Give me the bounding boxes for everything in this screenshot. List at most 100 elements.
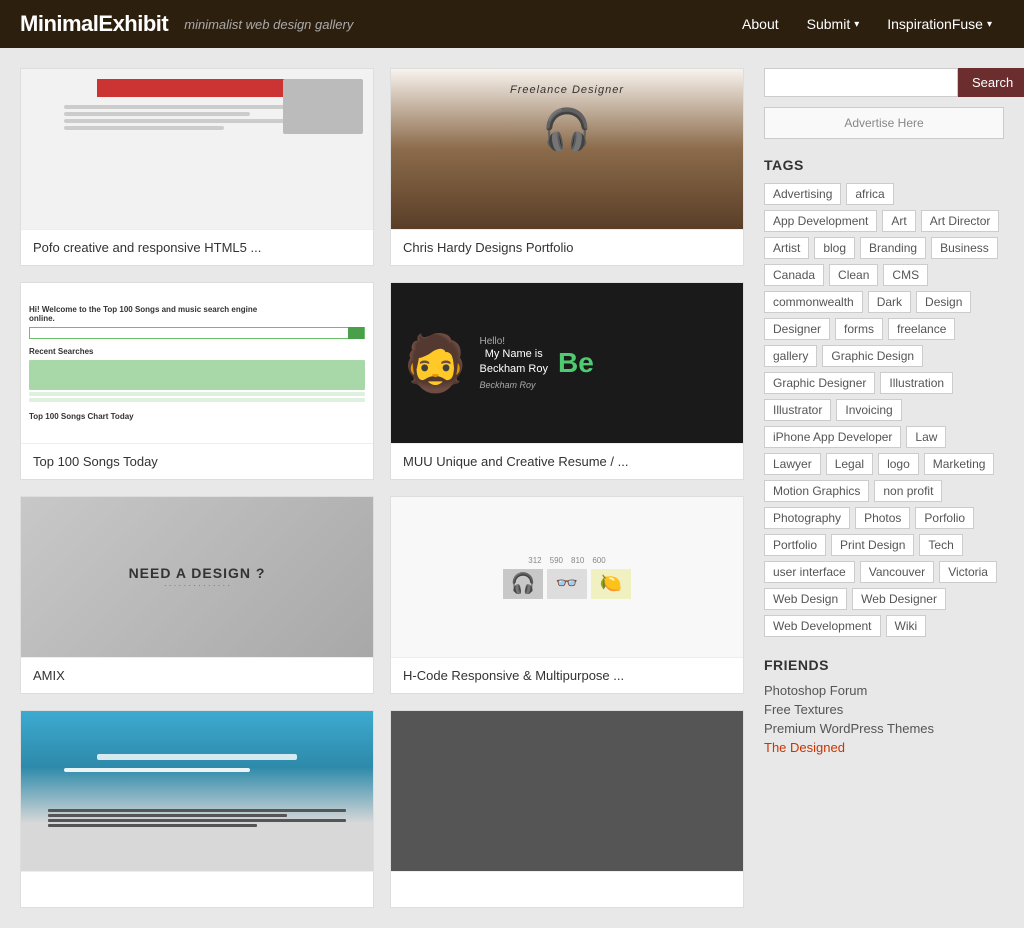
hcode-headphones-icon: 🎧 — [511, 571, 536, 596]
tag-invoicing[interactable]: Invoicing — [836, 399, 901, 421]
songs-mock-title: Hi! Welcome to the Top 100 Songs and mus… — [29, 305, 257, 323]
card-bottom1[interactable] — [20, 710, 374, 908]
hcode-glasses-icon: 👓 — [556, 573, 578, 594]
tag-branding[interactable]: Branding — [860, 237, 926, 259]
bottom1-text-lines — [48, 809, 347, 829]
search-button[interactable]: Search — [958, 68, 1024, 97]
card-chris[interactable]: Freelance Designer 🎧 Chris Hardy Designs… — [390, 68, 744, 266]
search-box: Search — [764, 68, 1004, 97]
tag-porfolio[interactable]: Porfolio — [915, 507, 974, 529]
tag-portfolio[interactable]: Portfolio — [764, 534, 826, 556]
tag-vancouver[interactable]: Vancouver — [860, 561, 934, 583]
tag-clean[interactable]: Clean — [829, 264, 878, 286]
pofo-red-bar — [97, 79, 296, 97]
tag-freelance[interactable]: freelance — [888, 318, 955, 340]
chris-freelance-text: Freelance Designer — [510, 84, 624, 96]
songs-search-bar — [29, 327, 365, 339]
hcode-num-4: 600 — [592, 556, 605, 565]
tag-designer[interactable]: Designer — [764, 318, 830, 340]
chris-headphones-icon: 🎧 — [542, 106, 592, 153]
card-title-amix: AMIX — [21, 657, 373, 693]
tag-web-design[interactable]: Web Design — [764, 588, 847, 610]
header: MinimalExhibit minimalist web design gal… — [0, 0, 1024, 48]
tag-iphone-app-developer[interactable]: iPhone App Developer — [764, 426, 901, 448]
hcode-lemon-icon: 🍋 — [600, 573, 622, 594]
tag-artist[interactable]: Artist — [764, 237, 809, 259]
bottom1-tline-3 — [48, 819, 347, 822]
hcode-headphones-img: 🎧 — [503, 569, 543, 599]
nav-about[interactable]: About — [730, 10, 791, 38]
tag-illustrator[interactable]: Illustrator — [764, 399, 831, 421]
nav-submit[interactable]: Submit ▾ — [795, 10, 872, 38]
tag-blog[interactable]: blog — [814, 237, 855, 259]
tag-photography[interactable]: Photography — [764, 507, 850, 529]
tag-gallery[interactable]: gallery — [764, 345, 817, 367]
tag-art-director[interactable]: Art Director — [921, 210, 1000, 232]
hcode-items-row: 🎧 👓 🍋 — [503, 569, 631, 599]
tag-art[interactable]: Art — [882, 210, 915, 232]
card-thumb-hcode: 312 590 810 600 🎧 👓 — [391, 497, 743, 657]
tag-law[interactable]: Law — [906, 426, 946, 448]
friend-link-the-designed[interactable]: The Designed — [764, 740, 1004, 755]
card-thumb-muu: 🧔 Hello! My Name isBeckham Roy Beckham R… — [391, 283, 743, 443]
hcode-numbers: 312 590 810 600 — [528, 556, 605, 565]
card-title-hcode: H-Code Responsive & Multipurpose ... — [391, 657, 743, 693]
tag-design[interactable]: Design — [916, 291, 971, 313]
tag-web-development[interactable]: Web Development — [764, 615, 881, 637]
card-thumb-bottom2 — [391, 711, 743, 871]
card-amix[interactable]: NEED A DESIGN ? · · · · · · · · · · · · … — [20, 496, 374, 694]
friend-link-free-textures[interactable]: Free Textures — [764, 702, 1004, 717]
tag-logo[interactable]: logo — [878, 453, 919, 475]
tag-tech[interactable]: Tech — [919, 534, 962, 556]
muu-signature: Beckham Roy — [479, 380, 547, 390]
tag-wiki[interactable]: Wiki — [886, 615, 927, 637]
tag-commonwealth[interactable]: commonwealth — [764, 291, 863, 313]
search-input[interactable] — [764, 68, 958, 97]
card-hcode[interactable]: 312 590 810 600 🎧 👓 — [390, 496, 744, 694]
tag-lawyer[interactable]: Lawyer — [764, 453, 821, 475]
thumb-songs-inner: Hi! Welcome to the Top 100 Songs and mus… — [21, 283, 373, 443]
tag-graphic-designer[interactable]: Graphic Designer — [764, 372, 875, 394]
thumb-bottom1-inner — [21, 711, 373, 871]
cards-grid: Pofo creative and responsive HTML5 ... F… — [20, 68, 744, 908]
friend-link-photoshop-forum[interactable]: Photoshop Forum — [764, 683, 1004, 698]
nav-inspirationfuse[interactable]: InspirationFuse ▾ — [875, 10, 1004, 38]
tag-marketing[interactable]: Marketing — [924, 453, 995, 475]
tag-graphic-design[interactable]: Graphic Design — [822, 345, 923, 367]
card-pofo[interactable]: Pofo creative and responsive HTML5 ... — [20, 68, 374, 266]
tag-app-development[interactable]: App Development — [764, 210, 877, 232]
tag-print-design[interactable]: Print Design — [831, 534, 914, 556]
tag-canada[interactable]: Canada — [764, 264, 824, 286]
site-tagline: minimalist web design gallery — [184, 17, 353, 32]
pofo-line-4 — [64, 126, 223, 130]
tags-container: Advertisingafrica App DevelopmentArt Art D… — [764, 183, 1004, 637]
tag-legal[interactable]: Legal — [826, 453, 873, 475]
tag-advertising[interactable]: Advertising — [764, 183, 841, 205]
tag-africa[interactable]: africa — [846, 183, 893, 205]
card-bottom2[interactable] — [390, 710, 744, 908]
tag-photos[interactable]: Photos — [855, 507, 910, 529]
tag-non-profit[interactable]: non profit — [874, 480, 942, 502]
tag-illustration[interactable]: Illustration — [880, 372, 953, 394]
tag-motion-graphics[interactable]: Motion Graphics — [764, 480, 869, 502]
pofo-image-block — [283, 79, 363, 134]
content-grid: Pofo creative and responsive HTML5 ... F… — [20, 68, 744, 908]
site-title[interactable]: MinimalExhibit — [20, 11, 168, 37]
card-title-pofo: Pofo creative and responsive HTML5 ... — [21, 229, 373, 265]
songs-search-bar-inner — [30, 328, 348, 338]
tag-forms[interactable]: forms — [835, 318, 883, 340]
advertise-box[interactable]: Advertise Here — [764, 107, 1004, 139]
muu-be-icon: Be — [558, 347, 594, 379]
tag-cms[interactable]: CMS — [883, 264, 928, 286]
tag-web-designer[interactable]: Web Designer — [852, 588, 946, 610]
tag-victoria[interactable]: Victoria — [939, 561, 997, 583]
tag-dark[interactable]: Dark — [868, 291, 911, 313]
songs-list-item-1 — [29, 392, 365, 396]
songs-list — [29, 360, 365, 404]
card-thumb-pofo — [21, 69, 373, 229]
songs-list-item-2 — [29, 398, 365, 402]
tag-user-interface[interactable]: user interface — [764, 561, 855, 583]
card-songs[interactable]: Hi! Welcome to the Top 100 Songs and mus… — [20, 282, 374, 480]
tag-business[interactable]: Business — [931, 237, 998, 259]
card-muu[interactable]: 🧔 Hello! My Name isBeckham Roy Beckham R… — [390, 282, 744, 480]
